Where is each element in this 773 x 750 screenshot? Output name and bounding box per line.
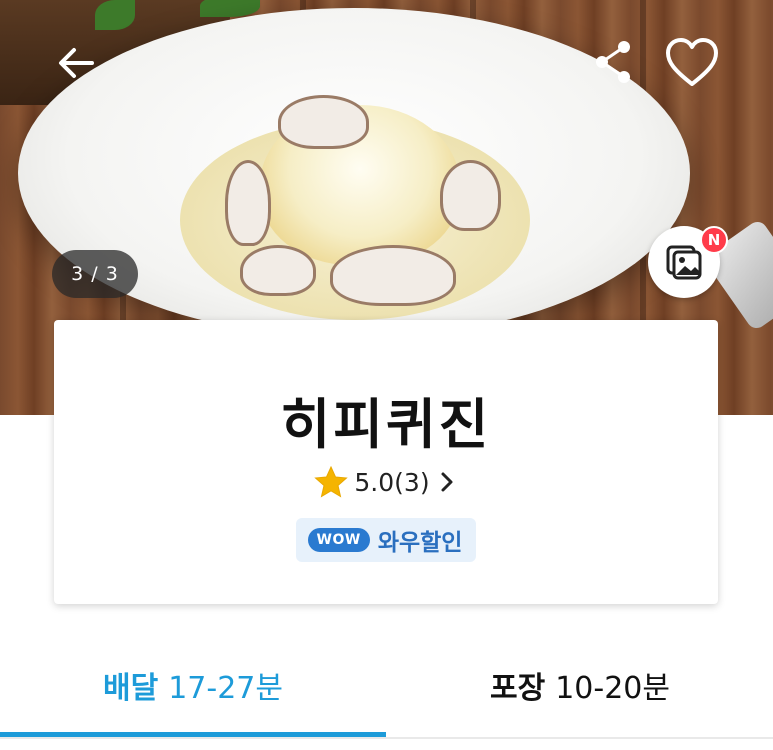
arrow-left-icon [59,48,94,78]
wow-discount-label: 와우할인 [377,530,463,556]
share-button[interactable] [592,38,636,86]
star-icon [314,466,349,498]
back-button[interactable] [52,38,102,88]
tab-pickup[interactable]: 포장 10-20분 [387,640,773,730]
new-badge: N [700,226,728,254]
share-icon [596,41,630,83]
herb-leaf [200,0,260,17]
herb-leaf [95,0,135,30]
tab-divider [0,737,773,739]
mushroom-slice [278,95,369,149]
mushroom-slice [240,245,316,296]
image-counter: 3 / 3 [52,250,138,298]
order-type-tabs: 배달 17-27분 포장 10-20분 [0,640,773,750]
tab-pickup-label: 포장 [490,671,546,706]
mushroom-slice [440,160,501,231]
wow-pill: WOW [307,528,370,552]
tab-delivery[interactable]: 배달 17-27분 [0,640,386,730]
tab-delivery-label: 배달 [103,671,159,706]
favorite-button[interactable] [664,36,720,90]
chevron-right-icon [441,472,453,492]
wow-discount-badge: WOW 와우할인 [295,518,477,562]
mushroom-slice [330,245,456,306]
mushroom-slice [225,160,271,246]
rating-link[interactable]: 5.0(3) [54,466,718,498]
tab-delivery-time: 17-27분 [168,671,283,706]
store-name: 히피퀴진 [280,393,492,456]
photo-gallery-icon [666,245,702,280]
active-tab-indicator [0,732,386,737]
rating-value: 5.0(3) [354,467,430,497]
heart-outline-icon [666,38,718,86]
store-info-card: 히피퀴진 5.0(3) WOW 와우할인 [54,320,718,604]
tab-pickup-time: 10-20분 [555,671,670,706]
